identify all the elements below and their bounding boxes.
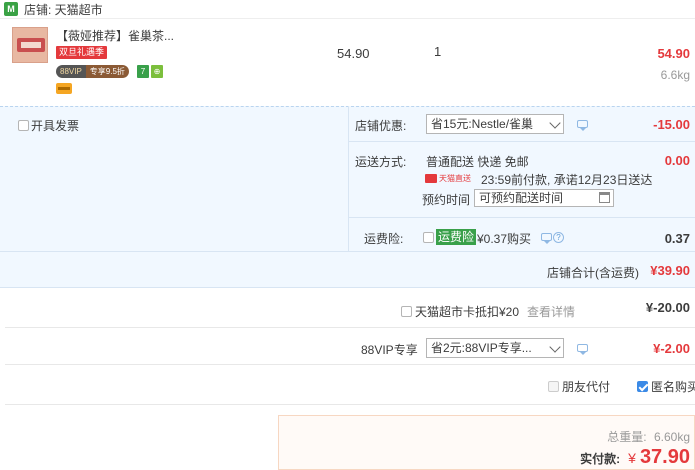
card-deduct-amount: ¥-20.00: [645, 300, 690, 315]
card-deduct-checkbox[interactable]: [401, 306, 412, 317]
actual-payment: 实付款: ¥ 37.90: [580, 446, 690, 469]
anonymous-option[interactable]: 匿名购买: [637, 378, 695, 395]
store-discount-amount: -15.00: [653, 117, 690, 132]
total-weight-label: 总重量:: [607, 430, 647, 444]
order-item-row: 【薇娅推荐】雀巢茶... 双旦礼遇季 88VIP 专享9.5折 7 ⊕ 54.9…: [0, 18, 695, 105]
store-discount-value: 省15元:Nestle/雀巢: [431, 117, 534, 131]
view-details-link[interactable]: 查看详情: [527, 303, 575, 320]
row-divider: [5, 364, 695, 365]
product-title[interactable]: 【薇娅推荐】雀巢茶...: [56, 27, 174, 44]
total-weight-value: 6.60kg: [653, 430, 690, 444]
help-icon[interactable]: ?: [553, 232, 564, 243]
card-deduct-option[interactable]: 天猫超市卡抵扣¥20 查看详情: [401, 303, 575, 320]
comment-icon[interactable]: [577, 120, 588, 131]
friend-pay-option[interactable]: 朋友代付: [548, 378, 610, 395]
item-subtotal: 54.90: [657, 46, 690, 61]
currency-symbol: ¥: [628, 450, 636, 466]
store-total-label: 店铺合计(含运费): [547, 266, 639, 280]
quantity: 1: [434, 44, 442, 59]
panel-divider: [348, 106, 349, 251]
comment-icon[interactable]: [541, 233, 552, 244]
anonymous-label: 匿名购买: [651, 380, 695, 394]
seven-day-return-icon: 7: [137, 65, 149, 78]
pay-amount: 37.90: [639, 446, 690, 468]
insurance-checkbox[interactable]: [423, 232, 434, 243]
vip-tag-discount: 专享9.5折: [85, 65, 129, 78]
chevron-down-icon: [549, 117, 561, 129]
vip-discount-tag: 88VIP 专享9.5折: [56, 65, 129, 78]
invoice-checkbox[interactable]: [18, 120, 29, 131]
shipping-amount: 0.00: [664, 153, 690, 168]
vip-discount-amount: ¥-2.00: [653, 341, 690, 356]
insurance-label: 运费险:: [364, 232, 404, 246]
item-weight: 6.6kg: [660, 68, 690, 82]
unit-price: 54.90: [337, 46, 370, 61]
invoice-option[interactable]: 开具发票: [18, 117, 79, 134]
insurance-tag: 运费险: [436, 229, 477, 245]
tmall-store-icon: M: [4, 2, 18, 16]
reserve-time-placeholder: 可预约配送时间: [479, 191, 564, 205]
vip-discount-value: 省2元:88VIP专享...: [431, 341, 532, 355]
vip-discount-label: 88VIP专享: [361, 343, 418, 357]
calendar-icon[interactable]: [599, 192, 610, 203]
vip-tag-label: 88VIP: [56, 65, 86, 78]
store-header: M 店铺: 天猫超市: [0, 0, 103, 18]
store-discount-select[interactable]: 省15元:Nestle/雀巢: [426, 114, 564, 134]
product-thumbnail[interactable]: [12, 27, 48, 63]
friend-pay-label: 朋友代付: [562, 380, 611, 394]
vip-discount-select[interactable]: 省2元:88VIP专享...: [426, 338, 564, 358]
shipping-label: 运送方式:: [355, 155, 407, 169]
row-divider: [5, 404, 695, 405]
row-divider: [349, 141, 695, 142]
comment-icon[interactable]: [577, 344, 588, 355]
shipping-method: 普通配送 快递 免邮: [426, 155, 529, 169]
reserve-time-input[interactable]: 可预约配送时间: [474, 189, 614, 207]
card-deduct-label: 天猫超市卡抵扣¥20: [415, 305, 520, 319]
card-pay-icon: [56, 83, 72, 94]
chevron-down-icon: [549, 341, 561, 353]
row-divider: [0, 251, 695, 252]
store-total-amount: ¥39.90: [650, 263, 690, 278]
friend-pay-checkbox[interactable]: [548, 381, 559, 392]
store-name[interactable]: 店铺: 天猫超市: [24, 1, 103, 18]
insurance-price: ¥0.37购买: [477, 232, 532, 246]
invoice-label: 开具发票: [31, 119, 80, 133]
pay-label: 实付款:: [580, 452, 621, 466]
row-divider: [349, 217, 695, 218]
total-weight: 总重量: 6.60kg: [607, 428, 690, 445]
tmall-express-icon: [425, 174, 437, 184]
delivery-promise: 23:59前付款, 承诺12月23日送达: [481, 173, 653, 187]
promo-tag: 双旦礼遇季: [56, 46, 108, 59]
service-guarantee-icon: ⊕: [151, 65, 163, 78]
reserve-time-label: 预约时间: [422, 193, 471, 207]
store-discount-label: 店铺优惠:: [355, 119, 407, 133]
anonymous-checkbox[interactable]: [637, 381, 648, 392]
tmall-express-logo: 天猫直送: [425, 172, 471, 185]
row-divider: [5, 327, 695, 328]
insurance-amount: 0.37: [664, 231, 690, 246]
